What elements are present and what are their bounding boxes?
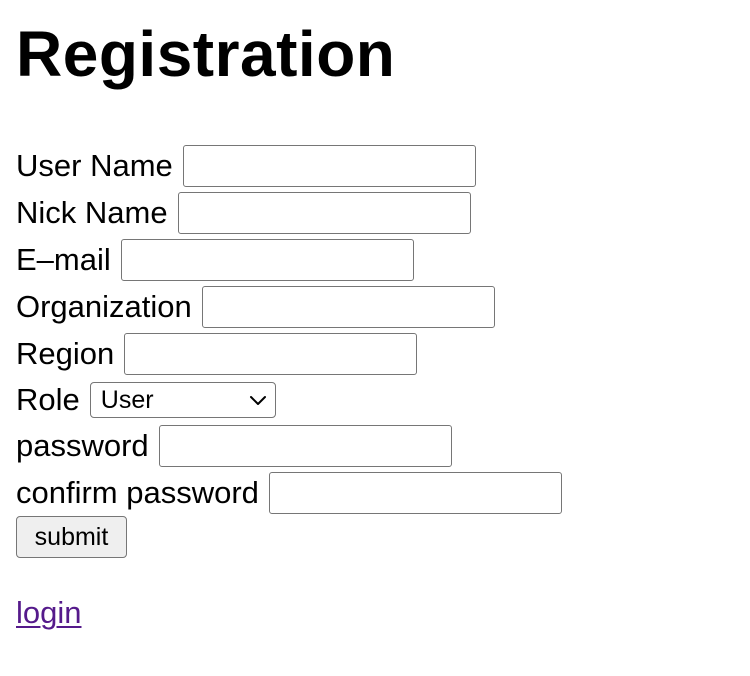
email-label: E–mail <box>16 242 111 277</box>
region-label: Region <box>16 336 115 371</box>
role-label: Role <box>16 382 80 417</box>
region-row: Region <box>16 333 418 375</box>
password-row: password <box>16 425 452 467</box>
nick-name-label: Nick Name <box>16 195 168 230</box>
nick-name-row: Nick Name <box>16 192 471 234</box>
user-name-input[interactable] <box>182 145 476 187</box>
role-selected-value: User <box>100 385 154 414</box>
user-name-row: User Name <box>16 145 476 187</box>
confirm-password-label: confirm password <box>16 475 259 510</box>
page-title: Registration <box>16 18 396 90</box>
role-row: Role User <box>16 379 276 421</box>
role-select[interactable]: User <box>89 382 276 418</box>
user-name-label: User Name <box>16 148 173 183</box>
nick-name-input[interactable] <box>177 192 471 234</box>
organization-row: Organization <box>16 286 495 328</box>
region-input[interactable] <box>124 333 418 375</box>
organization-input[interactable] <box>201 286 495 328</box>
password-label: password <box>16 428 149 463</box>
confirm-password-row: confirm password <box>16 472 562 514</box>
confirm-password-input[interactable] <box>268 472 562 514</box>
chevron-down-icon <box>249 396 266 405</box>
organization-label: Organization <box>16 289 192 324</box>
login-link[interactable]: login <box>16 592 82 634</box>
password-input[interactable] <box>158 425 452 467</box>
submit-button[interactable]: submit <box>16 516 127 558</box>
email-row: E–mail <box>16 239 414 281</box>
email-input[interactable] <box>120 239 414 281</box>
